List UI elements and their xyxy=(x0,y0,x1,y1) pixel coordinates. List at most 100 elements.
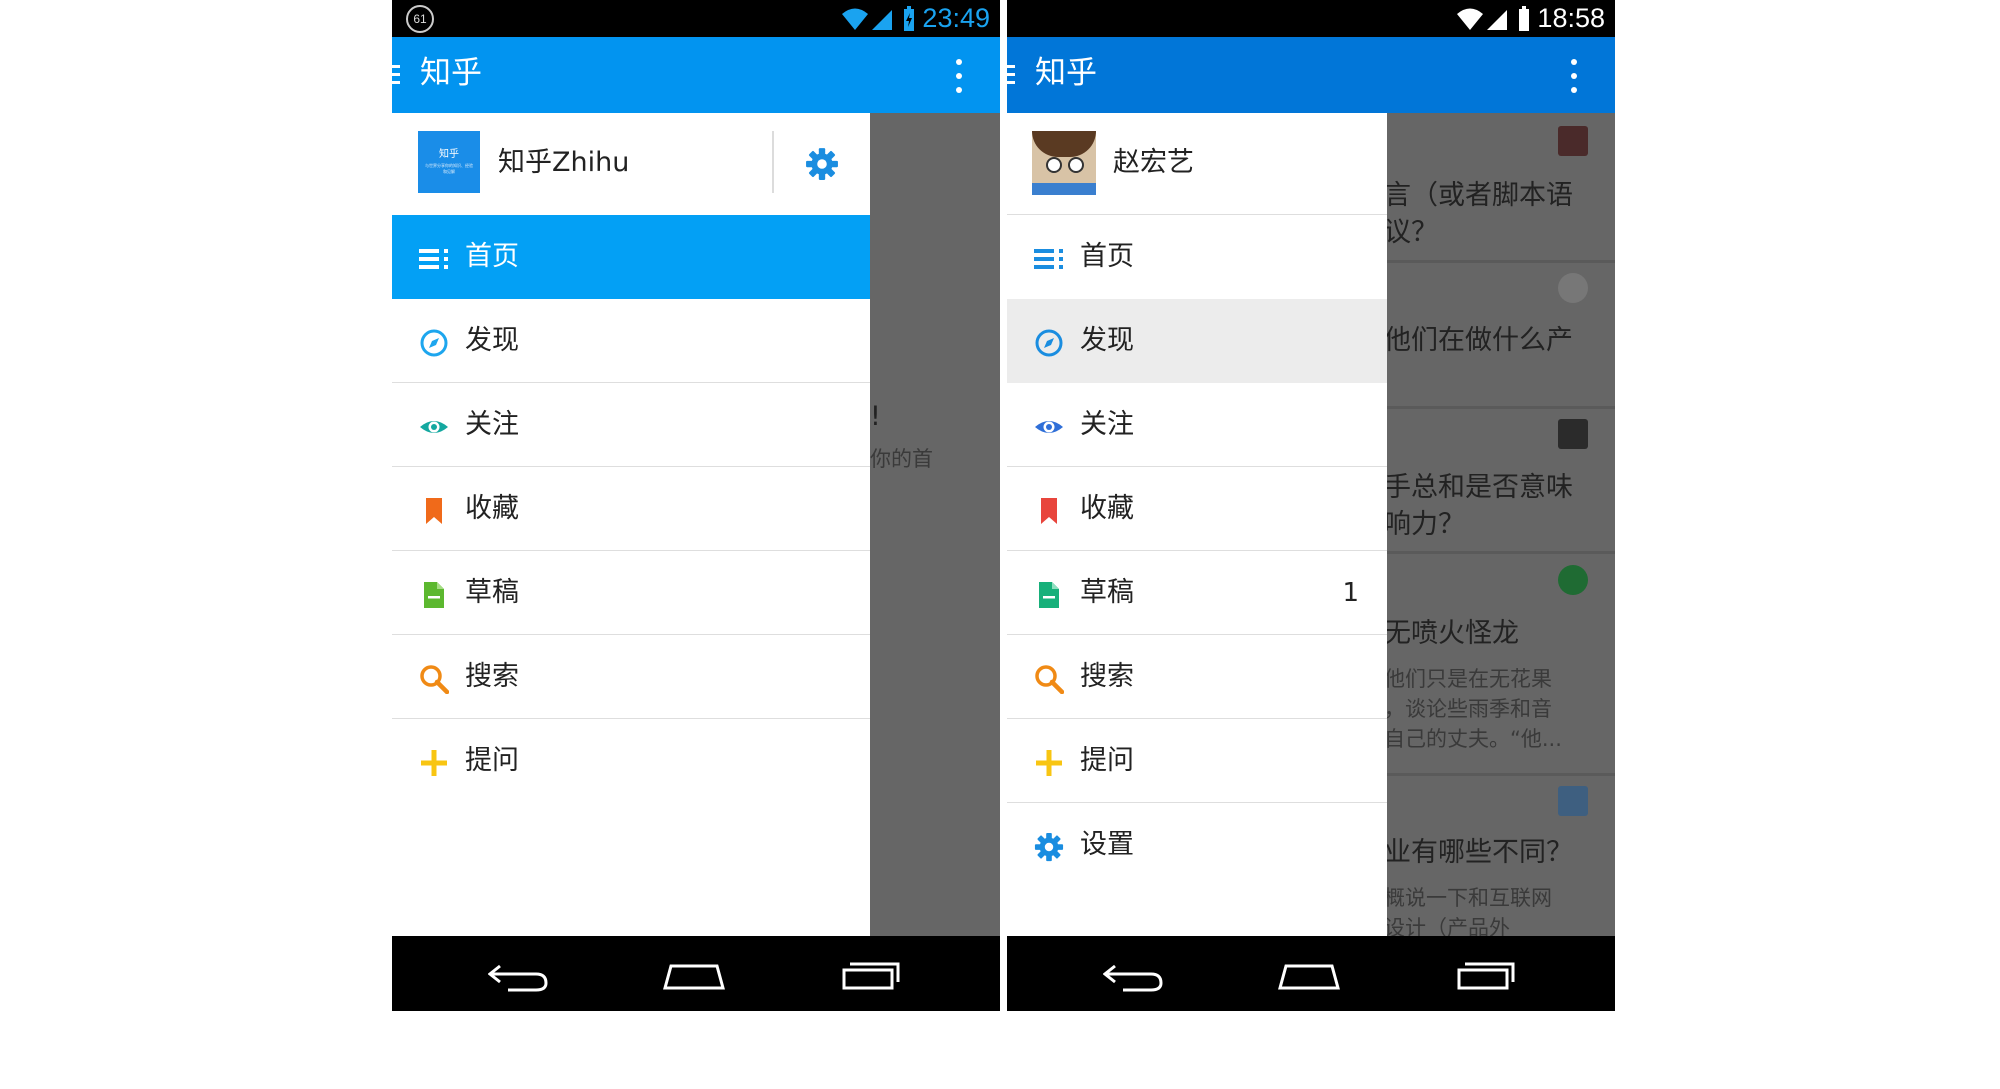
gear-icon[interactable] xyxy=(805,147,839,181)
compass-icon xyxy=(1035,329,1063,357)
menu-item-drafts[interactable]: 草稿 xyxy=(392,551,870,635)
navigation-drawer: 赵宏艺 首页 发现 关注 收藏 草稿 1 搜索 提问 设置 xyxy=(1007,113,1387,936)
drawer-toggle-icon[interactable] xyxy=(1007,65,1017,85)
gear-icon xyxy=(1034,832,1064,862)
author-avatar xyxy=(1558,126,1588,156)
battery-icon xyxy=(1519,6,1529,31)
recent-apps-icon[interactable] xyxy=(1455,956,1517,992)
bookmark-icon xyxy=(1041,498,1057,524)
menu-item-label: 首页 xyxy=(465,241,519,272)
feed-snippet: 业有哪些不同？ xyxy=(1384,837,1573,868)
draft-document-icon xyxy=(1039,582,1059,608)
search-icon xyxy=(1035,665,1064,694)
feed-snippet: 响力？ xyxy=(1384,509,1465,540)
navigation-drawer: 知乎 与世界分享你的知识、经验和见解 知乎Zhihu 首页 发现 关注 收藏 草… xyxy=(392,113,870,936)
back-icon[interactable] xyxy=(1103,956,1165,992)
app-bar: 知乎 xyxy=(392,37,1000,113)
profile-name: 知乎Zhihu xyxy=(498,147,630,178)
feed-snippet: 设计（产品外 xyxy=(1384,916,1510,936)
feed-snippet: 你的首 xyxy=(870,447,933,471)
menu-item-settings[interactable]: 设置 xyxy=(1007,803,1387,887)
profile-row[interactable]: 赵宏艺 xyxy=(1007,113,1387,215)
author-avatar xyxy=(1558,419,1588,449)
menu-item-label: 设置 xyxy=(1080,829,1134,860)
recent-apps-icon[interactable] xyxy=(840,956,902,992)
menu-item-label: 草稿 xyxy=(465,577,519,608)
plus-icon xyxy=(421,750,447,776)
feed-snippet: ! xyxy=(870,401,881,432)
status-bar: 18:58 xyxy=(1007,0,1615,37)
author-avatar xyxy=(1558,273,1588,303)
menu-item-favorites[interactable]: 收藏 xyxy=(392,467,870,551)
author-avatar xyxy=(1558,786,1588,816)
menu-item-favorites[interactable]: 收藏 xyxy=(1007,467,1387,551)
menu-item-search[interactable]: 搜索 xyxy=(1007,635,1387,719)
feed-snippet: 他们在做什么产 xyxy=(1384,325,1573,356)
menu-item-label: 发现 xyxy=(465,325,519,356)
menu-item-label: 提问 xyxy=(465,745,519,776)
author-avatar xyxy=(1558,565,1588,595)
navigation-bar xyxy=(392,936,1000,1011)
notification-badge: 61 xyxy=(406,5,434,33)
menu-item-discover[interactable]: 发现 xyxy=(1007,299,1387,383)
app-title: 知乎 xyxy=(1035,55,1097,91)
feed-snippet: 手总和是否意味 xyxy=(1384,472,1573,503)
menu-item-following[interactable]: 关注 xyxy=(1007,383,1387,467)
home-icon[interactable] xyxy=(663,956,725,992)
menu-item-home[interactable]: 首页 xyxy=(392,215,870,299)
zhihu-logo: 知乎 与世界分享你的知识、经验和见解 xyxy=(418,131,480,193)
app-bar: 知乎 xyxy=(1007,37,1615,113)
draft-count: 1 xyxy=(1342,578,1359,608)
menu-item-label: 草稿 xyxy=(1080,577,1134,608)
drawer-toggle-icon[interactable] xyxy=(392,65,402,85)
compass-icon xyxy=(420,329,448,357)
battery-icon xyxy=(904,6,914,31)
overflow-menu-icon[interactable] xyxy=(1569,57,1579,97)
feed-snippet: 他们只是在无花果 xyxy=(1384,667,1552,691)
feed-snippet: ，谈论些雨季和音 xyxy=(1384,697,1552,721)
feed-snippet: 无喷火怪龙 xyxy=(1384,618,1519,649)
status-bar: 61 23:49 xyxy=(392,0,1000,37)
feed-snippet: 言（或者脚本语 xyxy=(1384,180,1573,211)
eye-icon xyxy=(420,421,448,433)
menu-item-ask[interactable]: 提问 xyxy=(1007,719,1387,803)
navigation-bar xyxy=(1007,936,1615,1011)
menu-item-label: 收藏 xyxy=(1080,493,1134,524)
feed-snippet: 议？ xyxy=(1384,217,1438,248)
phone-screen-drawer-with-settings: 18:58 知乎 言（或者脚本语 议？ 他们在做什么产 手总和是否意味 响力？ … xyxy=(1007,0,1615,1011)
menu-item-ask[interactable]: 提问 xyxy=(392,719,870,803)
eye-icon xyxy=(1035,421,1063,433)
overflow-menu-icon[interactable] xyxy=(954,57,964,97)
draft-document-icon xyxy=(424,582,444,608)
profile-divider xyxy=(772,131,774,193)
menu-item-discover[interactable]: 发现 xyxy=(392,299,870,383)
back-icon[interactable] xyxy=(488,956,550,992)
menu-item-search[interactable]: 搜索 xyxy=(392,635,870,719)
feed-snippet: 自己的丈夫。“他... xyxy=(1384,727,1562,751)
menu-item-label: 提问 xyxy=(1080,745,1134,776)
profile-row[interactable]: 知乎 与世界分享你的知识、经验和见解 知乎Zhihu xyxy=(392,113,870,215)
phone-screen-light-drawer: 61 23:49 知乎 ! 你的首 知乎 与世界分享你的知识、经验和见解 知乎Z… xyxy=(392,0,1000,1011)
menu-list-icon xyxy=(1034,249,1063,269)
feed-snippet: 概说一下和互联网 xyxy=(1384,886,1552,910)
home-icon[interactable] xyxy=(1278,956,1340,992)
wifi-signal-icon xyxy=(1457,8,1507,30)
search-icon xyxy=(420,665,449,694)
menu-item-label: 首页 xyxy=(1080,241,1134,272)
menu-item-label: 搜索 xyxy=(1080,661,1134,692)
clock: 23:49 xyxy=(922,3,990,33)
menu-item-following[interactable]: 关注 xyxy=(392,383,870,467)
menu-item-drafts[interactable]: 草稿 1 xyxy=(1007,551,1387,635)
bookmark-icon xyxy=(426,498,442,524)
menu-item-label: 关注 xyxy=(1080,409,1134,440)
wifi-signal-icon xyxy=(842,8,892,30)
avatar xyxy=(1032,131,1096,195)
menu-list-icon xyxy=(419,249,448,269)
menu-item-label: 收藏 xyxy=(465,493,519,524)
menu-item-label: 发现 xyxy=(1080,325,1134,356)
clock: 18:58 xyxy=(1537,3,1605,33)
menu-item-label: 搜索 xyxy=(465,661,519,692)
plus-icon xyxy=(1036,750,1062,776)
menu-item-home[interactable]: 首页 xyxy=(1007,215,1387,299)
menu-item-label: 关注 xyxy=(465,409,519,440)
